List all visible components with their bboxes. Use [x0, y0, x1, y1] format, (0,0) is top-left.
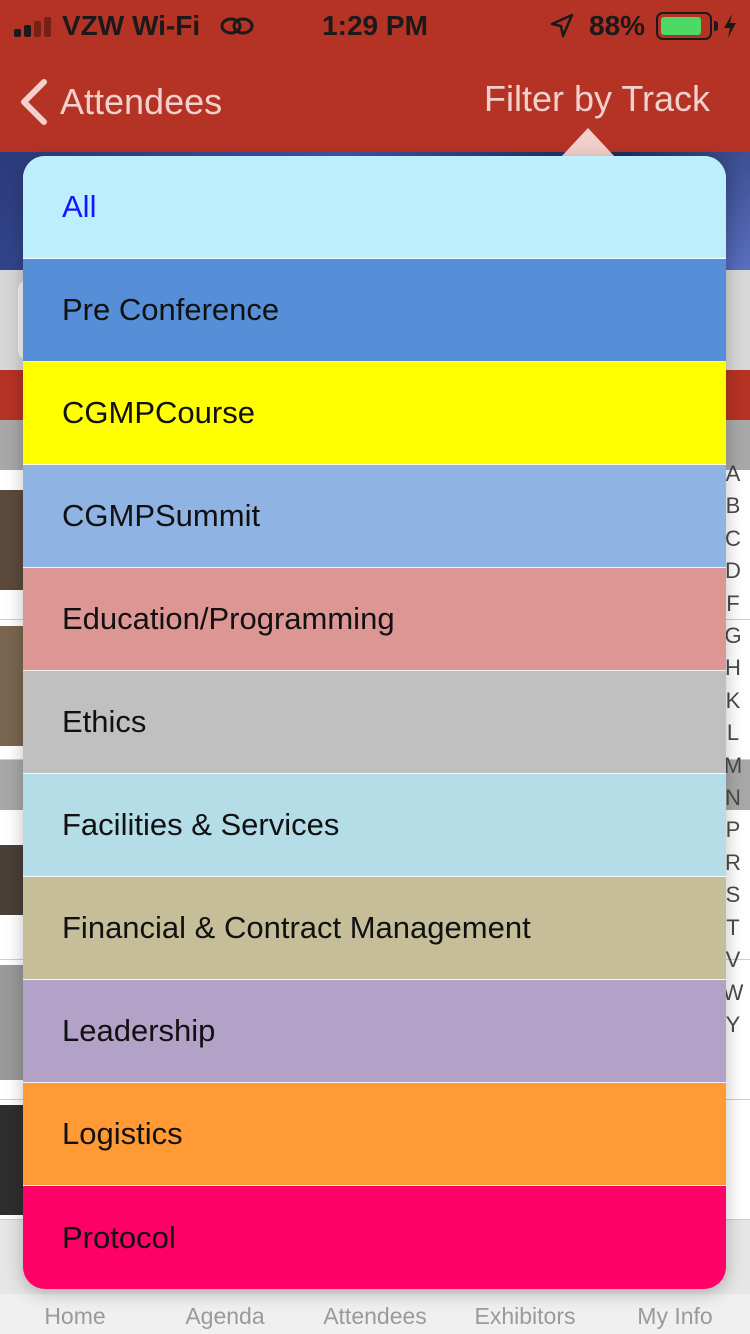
index-letter[interactable]: L: [727, 717, 739, 749]
battery-cap: [714, 21, 718, 31]
avatar: [0, 626, 24, 746]
tab-bar: Home Agenda Attendees Exhibitors My Info: [0, 1294, 750, 1334]
index-letter[interactable]: M: [724, 750, 742, 782]
tab-exhibitors[interactable]: Exhibitors: [450, 1294, 600, 1334]
track-option[interactable]: Facilities & Services: [23, 774, 726, 877]
track-option[interactable]: Ethics: [23, 671, 726, 774]
tab-my-info[interactable]: My Info: [600, 1294, 750, 1334]
track-option[interactable]: All: [23, 156, 726, 259]
index-letter[interactable]: Y: [726, 1009, 741, 1041]
charging-bolt-icon: [724, 14, 736, 38]
navigation-bar: Attendees Filter by Track: [0, 52, 750, 152]
avatar: [0, 965, 24, 1080]
index-letter[interactable]: H: [725, 652, 741, 684]
back-button-label: Attendees: [60, 81, 223, 122]
location-arrow-icon: [550, 13, 574, 38]
index-letter[interactable]: T: [726, 912, 739, 944]
track-option[interactable]: Financial & Contract Management: [23, 877, 726, 980]
index-letter[interactable]: N: [725, 782, 741, 814]
tab-home[interactable]: Home: [0, 1294, 150, 1334]
index-letter[interactable]: B: [726, 490, 741, 522]
track-option[interactable]: Pre Conference: [23, 259, 726, 362]
index-letter[interactable]: P: [726, 814, 741, 846]
filter-by-track-button[interactable]: Filter by Track: [484, 78, 710, 120]
index-letter[interactable]: V: [726, 944, 741, 976]
track-option[interactable]: Logistics: [23, 1083, 726, 1186]
chevron-left-icon: [21, 79, 47, 125]
track-option[interactable]: Education/Programming: [23, 568, 726, 671]
index-letter[interactable]: G: [724, 620, 741, 652]
avatar: [0, 1105, 24, 1215]
popover-arrow: [560, 128, 616, 158]
track-option[interactable]: CGMPCourse: [23, 362, 726, 465]
tab-agenda[interactable]: Agenda: [150, 1294, 300, 1334]
status-bar: VZW Wi-Fi 1:29 PM 88%: [0, 0, 750, 52]
avatar: [0, 490, 24, 590]
index-letter[interactable]: R: [725, 847, 741, 879]
index-letter[interactable]: C: [725, 523, 741, 555]
tab-attendees[interactable]: Attendees: [300, 1294, 450, 1334]
track-option[interactable]: Leadership: [23, 980, 726, 1083]
track-option[interactable]: Protocol: [23, 1186, 726, 1289]
index-letter[interactable]: D: [725, 555, 741, 587]
battery-icon: [656, 12, 712, 40]
battery-percent: 88%: [589, 10, 646, 41]
track-option[interactable]: CGMPSummit: [23, 465, 726, 568]
track-filter-popover: All Pre Conference CGMPCourse CGMPSummit Edu…: [23, 156, 726, 1289]
back-button[interactable]: Attendees: [18, 76, 222, 128]
avatar: [0, 845, 24, 915]
index-letter[interactable]: K: [726, 685, 741, 717]
index-letter[interactable]: A: [726, 458, 741, 490]
index-letter[interactable]: F: [726, 588, 739, 620]
index-letter[interactable]: S: [726, 879, 741, 911]
